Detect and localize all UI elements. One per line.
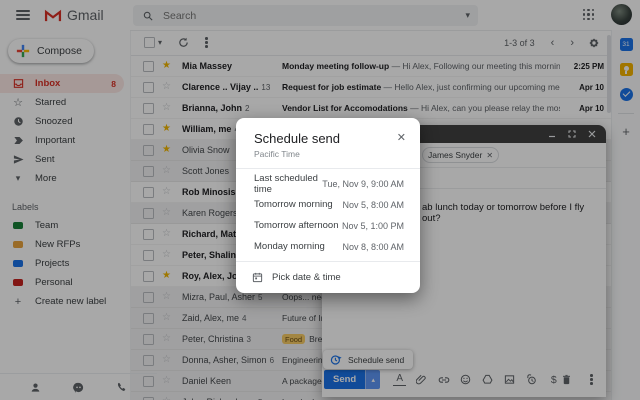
schedule-option-time: Tue, Nov 9, 9:00 AM	[322, 179, 404, 189]
dialog-close-icon[interactable]: ✕	[395, 131, 408, 144]
schedule-option[interactable]: Monday morning Nov 8, 8:00 AM	[236, 236, 420, 257]
schedule-option-label: Tomorrow afternoon	[254, 220, 342, 231]
dialog-timezone: Pacific Time	[254, 149, 402, 159]
dialog-options: Last scheduled time Tue, Nov 9, 9:00 AM …	[236, 169, 420, 261]
schedule-option-time: Nov 5, 1:00 PM	[342, 221, 404, 231]
pick-date-time-button[interactable]: Pick date & time	[236, 262, 420, 293]
dialog-title: Schedule send	[254, 131, 395, 146]
schedule-option[interactable]: Tomorrow afternoon Nov 5, 1:00 PM	[236, 215, 420, 236]
schedule-option-label: Tomorrow morning	[254, 199, 342, 210]
schedule-option-time: Nov 5, 8:00 AM	[342, 200, 404, 210]
schedule-send-dialog: Schedule send ✕ Pacific Time Last schedu…	[236, 118, 420, 293]
schedule-option-label: Monday morning	[254, 241, 342, 252]
schedule-option-label: Last scheduled time	[254, 173, 322, 195]
pick-date-time-label: Pick date & time	[272, 272, 341, 283]
schedule-option[interactable]: Tomorrow morning Nov 5, 8:00 AM	[236, 194, 420, 215]
schedule-option-time: Nov 8, 8:00 AM	[342, 242, 404, 252]
gmail-app: Gmail ▾ Compose	[0, 0, 640, 400]
schedule-option[interactable]: Last scheduled time Tue, Nov 9, 9:00 AM	[236, 173, 420, 194]
calendar-pick-icon	[252, 272, 263, 283]
